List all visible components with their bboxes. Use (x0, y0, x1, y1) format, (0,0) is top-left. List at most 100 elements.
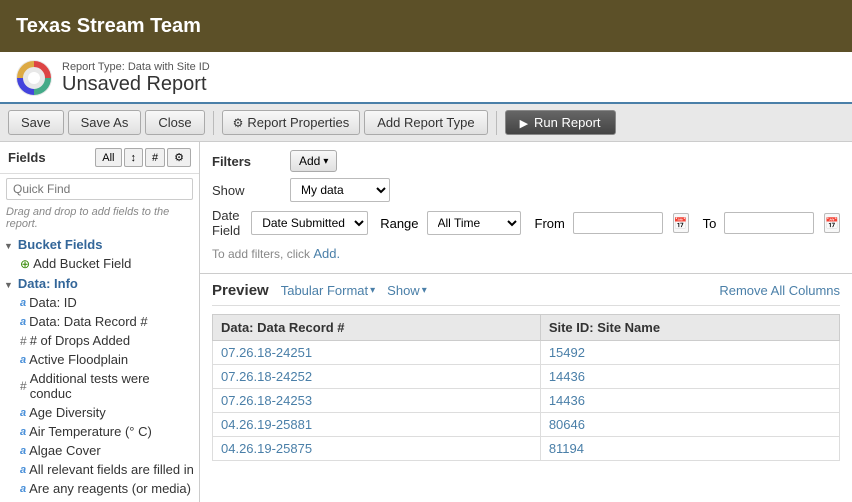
from-calendar-icon[interactable]: 📅 (673, 213, 689, 233)
close-button[interactable]: Close (145, 110, 204, 135)
site-cell[interactable]: 15492 (540, 341, 839, 365)
list-item[interactable]: a All relevant fields are filled in (0, 460, 199, 479)
alpha-icon: a (20, 483, 26, 495)
tabular-format-tab[interactable]: Tabular Format (281, 283, 375, 298)
table-row: 04.26.19-2588180646 (213, 413, 840, 437)
date-row: Date Field Date Submitted Date Entered R… (212, 208, 840, 238)
bucket-fields-label: Bucket Fields (18, 237, 103, 252)
list-item[interactable]: a Age Diversity (0, 403, 199, 422)
site-cell[interactable]: 80646 (540, 413, 839, 437)
add-bucket-field-item[interactable]: Add Bucket Field (0, 254, 199, 273)
gear-icon: ⚙ (233, 116, 244, 130)
add-bucket-label: Add Bucket Field (33, 256, 131, 271)
table-row: 07.26.18-2425115492 (213, 341, 840, 365)
list-item[interactable]: a Are any reagents (or media) (0, 479, 199, 498)
quick-find-input[interactable] (6, 178, 193, 200)
date-field-select[interactable]: Date Submitted Date Entered (251, 211, 368, 235)
report-title-text: Report Type: Data with Site ID Unsaved R… (62, 61, 210, 96)
app-title: Texas Stream Team (16, 15, 201, 38)
site-cell[interactable]: 14436 (540, 365, 839, 389)
run-report-button[interactable]: Run Report (505, 110, 616, 135)
from-date-input[interactable] (573, 212, 663, 234)
date-field-label: Date Field (212, 208, 243, 238)
preview-table: Data: Data Record # Site ID: Site Name 0… (212, 314, 840, 461)
list-item[interactable]: a Data: Data Record # (0, 312, 199, 331)
main-content: Fields All ↕ # ⚙ Drag and drop to add fi… (0, 142, 852, 502)
toolbar-separator2 (496, 111, 497, 135)
to-calendar-icon[interactable]: 📅 (824, 213, 840, 233)
save-as-button[interactable]: Save As (68, 110, 142, 135)
list-item[interactable]: a Data: ID (0, 293, 199, 312)
show-label: Show (212, 183, 282, 198)
bucket-fields-group[interactable]: Bucket Fields (0, 234, 199, 254)
alpha-icon: a (20, 426, 26, 438)
show-select[interactable]: My data All data Shared data (290, 178, 390, 202)
fields-settings-btn[interactable]: ⚙ (167, 148, 191, 167)
list-item[interactable]: # Additional tests were conduc (0, 369, 199, 403)
alpha-icon: a (20, 407, 26, 419)
list-item[interactable]: a Algae Cover (0, 441, 199, 460)
list-item[interactable]: a Air Temperature (° C) (0, 422, 199, 441)
add-bucket-icon (20, 257, 30, 271)
alpha-icon: a (20, 445, 26, 457)
show-tab[interactable]: Show (387, 283, 427, 298)
add-report-type-button[interactable]: Add Report Type (364, 110, 487, 135)
report-logo-icon (16, 60, 52, 96)
fields-type-buttons: All ↕ # ⚙ (95, 148, 191, 167)
range-select[interactable]: All Time Today This Week This Month Cust… (427, 211, 521, 235)
data-info-group[interactable]: Data: Info (0, 273, 199, 293)
show-row: Show My data All data Shared data (212, 178, 840, 202)
fields-tree: Bucket Fields Add Bucket Field Data: Inf… (0, 234, 199, 502)
right-panel: Filters Add Show My data All data Shared… (200, 142, 852, 502)
drag-hint: Drag and drop to add fields to the repor… (0, 204, 199, 234)
preview-header: Preview Tabular Format Show Remove All C… (212, 282, 840, 306)
fields-title: Fields (8, 150, 46, 165)
report-title-area: Report Type: Data with Site ID Unsaved R… (0, 52, 852, 104)
remove-all-columns-button[interactable]: Remove All Columns (719, 283, 840, 298)
column-header-site: Site ID: Site Name (540, 315, 839, 341)
add-filters-link[interactable]: Add. (313, 246, 340, 261)
app-header: Texas Stream Team (0, 0, 852, 52)
alpha-icon: a (20, 354, 26, 366)
all-fields-btn[interactable]: All (95, 148, 121, 167)
preview-area: Preview Tabular Format Show Remove All C… (200, 274, 852, 502)
filters-add-button[interactable]: Add (290, 150, 337, 172)
alpha-icon: a (20, 297, 26, 309)
alpha-icon: a (20, 316, 26, 328)
fields-header: Fields All ↕ # ⚙ (0, 142, 199, 174)
record-cell[interactable]: 04.26.19-25881 (213, 413, 541, 437)
to-date-input[interactable] (724, 212, 814, 234)
range-label: Range (380, 216, 418, 231)
collapse-icon2 (4, 276, 15, 291)
save-button[interactable]: Save (8, 110, 64, 135)
report-name: Unsaved Report (62, 73, 210, 96)
list-item[interactable]: # # of Drops Added (0, 331, 199, 350)
toolbar-separator (213, 111, 214, 135)
record-cell[interactable]: 07.26.18-24253 (213, 389, 541, 413)
from-label: From (535, 216, 565, 231)
record-cell[interactable]: 07.26.18-24252 (213, 365, 541, 389)
record-cell[interactable]: 07.26.18-24251 (213, 341, 541, 365)
add-filters-hint: To add filters, click Add. (212, 238, 840, 265)
report-properties-button[interactable]: ⚙ Report Properties (222, 110, 361, 135)
table-row: 04.26.19-2587581194 (213, 437, 840, 461)
play-icon (520, 115, 528, 130)
site-cell[interactable]: 14436 (540, 389, 839, 413)
alpha-sort-btn[interactable]: ↕ (124, 148, 144, 167)
record-cell[interactable]: 04.26.19-25875 (213, 437, 541, 461)
site-cell[interactable]: 81194 (540, 437, 839, 461)
hash-icon: # (20, 379, 27, 393)
list-item[interactable]: # Average Depth (ft) (0, 498, 199, 502)
hash-icon: # (20, 334, 27, 348)
collapse-icon (4, 237, 15, 252)
column-header-record: Data: Data Record # (213, 315, 541, 341)
table-row: 07.26.18-2425314436 (213, 389, 840, 413)
list-item[interactable]: a Active Floodplain (0, 350, 199, 369)
alpha-icon: a (20, 464, 26, 476)
filters-area: Filters Add Show My data All data Shared… (200, 142, 852, 274)
filters-label: Filters (212, 154, 282, 169)
report-type-label: Report Type: Data with Site ID (62, 61, 210, 73)
hash-sort-btn[interactable]: # (145, 148, 165, 167)
filters-row: Filters Add (212, 150, 840, 172)
data-info-label: Data: Info (18, 276, 78, 291)
